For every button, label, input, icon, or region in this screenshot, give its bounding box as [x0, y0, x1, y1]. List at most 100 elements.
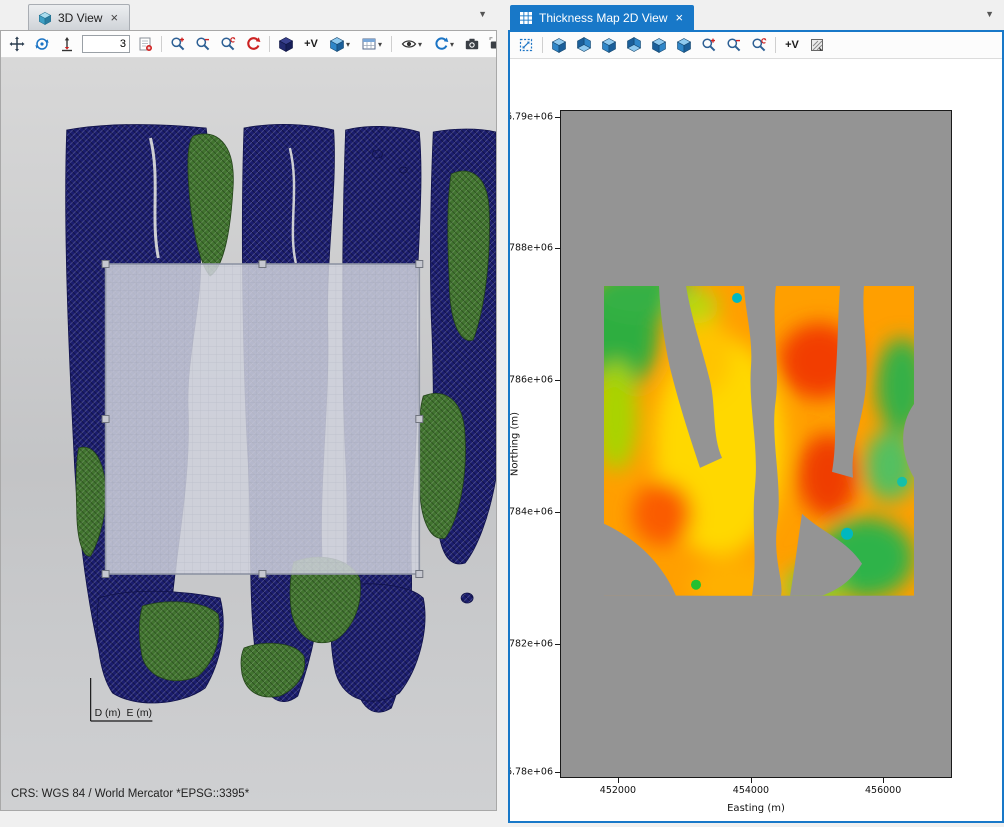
- view-top-cube-icon: [551, 37, 567, 53]
- orbit-icon: [34, 36, 50, 52]
- thickness-heatmap: [604, 286, 914, 596]
- right-tab-list-dropdown-icon[interactable]: ▼: [985, 9, 994, 19]
- view-top-button[interactable]: [547, 34, 571, 56]
- viewport-2d[interactable]: Northing (m) Easting (m) 6.79e+06 6.788e…: [510, 59, 1002, 821]
- view-south-cube-icon: [626, 37, 642, 53]
- vertical-exaggeration-button[interactable]: [55, 33, 79, 55]
- plus-v-icon: +V: [785, 39, 799, 51]
- slicer-plane[interactable]: [102, 261, 423, 578]
- view-cube-icon: [329, 36, 345, 52]
- scene-list-menu-button[interactable]: ▾: [356, 33, 387, 55]
- tab-3d-view[interactable]: 3D View ×: [28, 4, 130, 30]
- grid-map-icon: [519, 11, 533, 25]
- record-movie-button[interactable]: [485, 33, 496, 55]
- zoom-previous-button[interactable]: [216, 33, 240, 55]
- zoom-out-button[interactable]: [722, 34, 746, 56]
- chevron-down-icon: ▾: [378, 40, 382, 49]
- scene-list-icon: [361, 36, 377, 52]
- y-tick-mark: [555, 117, 560, 118]
- toolbar-separator: [775, 37, 776, 53]
- bounding-box-icon: [278, 36, 294, 52]
- thickness-plot-area[interactable]: Northing (m) Easting (m) 6.79e+06 6.788e…: [560, 110, 952, 778]
- zoom-previous-icon: [751, 37, 767, 53]
- x-tick-mark: [751, 778, 752, 783]
- cube-3d-view-icon: [38, 11, 52, 25]
- view-north-cube-icon: [601, 37, 617, 53]
- view-west-cube-icon: [676, 37, 692, 53]
- y-tick-label: 6.782e+06: [510, 639, 553, 650]
- view-north-button[interactable]: [597, 34, 621, 56]
- rotate-presets-menu-button[interactable]: ▾: [428, 33, 459, 55]
- tab-thickness-map-2d-view[interactable]: Thickness Map 2D View ×: [510, 5, 694, 30]
- zoom-in-button[interactable]: [697, 34, 721, 56]
- thickness-heatmap-svg: [604, 286, 914, 596]
- x-tick-label: 452000: [600, 785, 636, 796]
- axis-label-d: D (m): [95, 708, 121, 719]
- zoom-out-icon: [195, 36, 211, 52]
- left-toolbar: +V ▾ ▾: [1, 31, 496, 58]
- vertical-scale-toggle-button[interactable]: +V: [299, 33, 323, 55]
- y-tick-label: 6.784e+06: [510, 506, 553, 517]
- x-tick-label: 456000: [865, 785, 901, 796]
- toolbar-separator: [161, 36, 162, 52]
- geology-3d-scene: D (m) E (m): [1, 58, 496, 810]
- left-tabbar: 3D View × ▼: [0, 0, 497, 30]
- snapshot-button[interactable]: [460, 33, 484, 55]
- y-tick-mark: [555, 248, 560, 249]
- reset-view-button[interactable]: [241, 33, 265, 55]
- rotate-presets-icon: [433, 36, 449, 52]
- view-south-button[interactable]: [622, 34, 646, 56]
- zoom-extents-button[interactable]: [514, 34, 538, 56]
- zoom-out-icon: [726, 37, 742, 53]
- video-camera-icon: [489, 36, 496, 52]
- tab-thickness-map-label: Thickness Map 2D View: [539, 11, 668, 25]
- plus-v-icon: +V: [304, 38, 318, 50]
- y-tick-mark: [555, 772, 560, 773]
- toolbar-separator: [269, 36, 270, 52]
- zoom-out-button[interactable]: [191, 33, 215, 55]
- y-tick-label: 6.78e+06: [510, 766, 553, 777]
- y-axis-title: Northing (m): [510, 412, 521, 476]
- view-cube-menu-button[interactable]: ▾: [324, 33, 355, 55]
- apply-exaggeration-button[interactable]: [133, 33, 157, 55]
- reset-view-icon: [245, 36, 261, 52]
- visibility-menu-button[interactable]: ▾: [396, 33, 427, 55]
- zoom-in-button[interactable]: [166, 33, 190, 55]
- edit-slice-button[interactable]: [805, 34, 829, 56]
- pan-view-button[interactable]: [5, 33, 29, 55]
- orbit-view-button[interactable]: [30, 33, 54, 55]
- tab-3d-view-close-icon[interactable]: ×: [108, 13, 120, 23]
- tab-3d-view-label: 3D View: [58, 11, 102, 25]
- bounding-box-button[interactable]: [274, 33, 298, 55]
- y-tick-mark: [555, 380, 560, 381]
- y-tick-label: 6.788e+06: [510, 243, 553, 254]
- slice-hatch-icon: [809, 37, 825, 53]
- zoom-in-icon: [170, 36, 186, 52]
- vertical-scale-toggle-button[interactable]: +V: [780, 34, 804, 56]
- pan-icon: [9, 36, 25, 52]
- view-bottom-button[interactable]: [572, 34, 596, 56]
- camera-icon: [464, 36, 480, 52]
- panel-thickness-map: Thickness Map 2D View × ▼: [508, 0, 1004, 823]
- viewport-3d[interactable]: D (m) E (m) CRS: WGS 84 / World Mercator…: [1, 58, 496, 810]
- view-east-cube-icon: [651, 37, 667, 53]
- exaggeration-input[interactable]: [82, 35, 130, 53]
- crs-status-label: CRS: WGS 84 / World Mercator *EPSG::3395…: [11, 788, 249, 800]
- x-tick-label: 454000: [733, 785, 769, 796]
- y-tick-label: 6.786e+06: [510, 375, 553, 386]
- view-bottom-cube-icon: [576, 37, 592, 53]
- right-panel-content: +V Northing (m) Easting (m) 6.79e+06 6.7…: [508, 30, 1004, 823]
- y-tick-mark: [555, 512, 560, 513]
- view-east-button[interactable]: [647, 34, 671, 56]
- view-west-button[interactable]: [672, 34, 696, 56]
- chevron-down-icon: ▾: [418, 40, 422, 49]
- application-window: 3D View × ▼: [0, 0, 1004, 827]
- zoom-previous-button[interactable]: [747, 34, 771, 56]
- vertical-exaggeration-icon: [59, 36, 75, 52]
- y-tick-label: 6.79e+06: [510, 111, 553, 122]
- tab-thickness-map-close-icon[interactable]: ×: [674, 13, 686, 23]
- x-tick-mark: [883, 778, 884, 783]
- left-tab-list-dropdown-icon[interactable]: ▼: [478, 9, 487, 19]
- toolbar-separator: [391, 36, 392, 52]
- zoom-extents-icon: [518, 37, 534, 53]
